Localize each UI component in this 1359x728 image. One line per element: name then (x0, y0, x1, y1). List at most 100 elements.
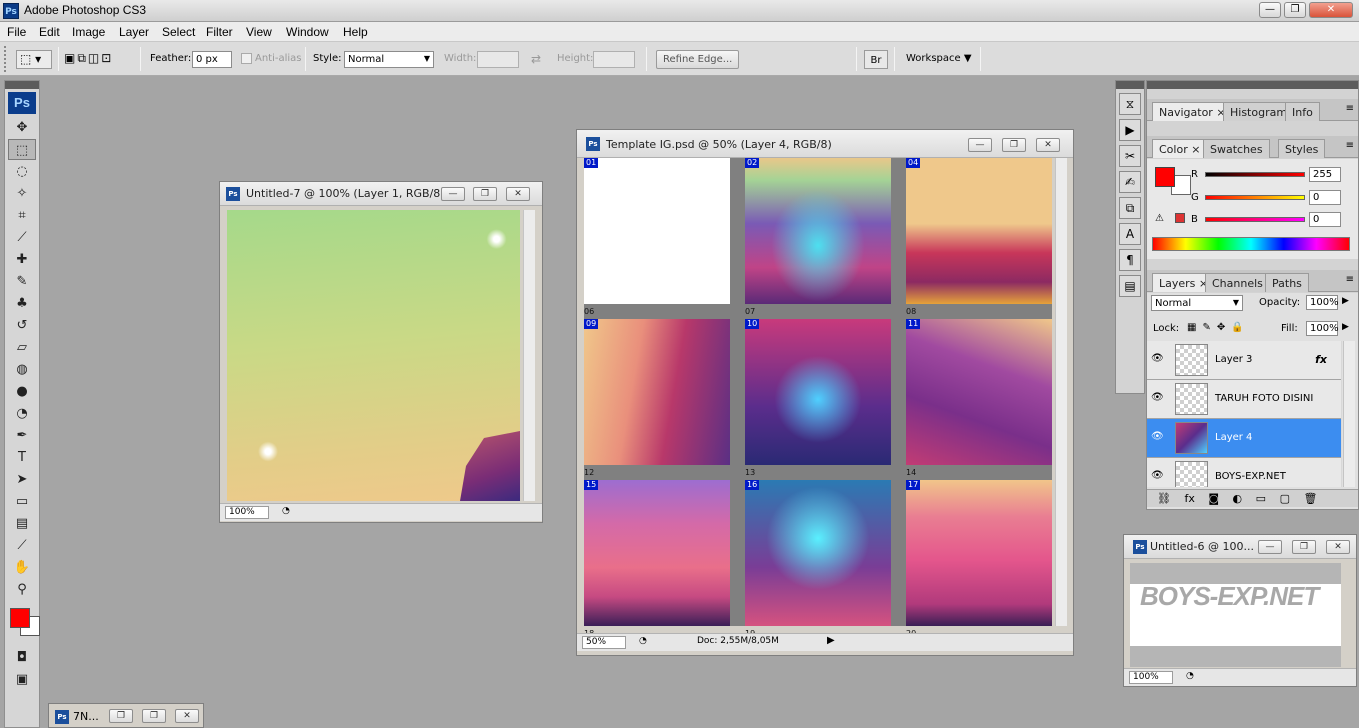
b-slider[interactable] (1205, 217, 1305, 222)
tab-navigator[interactable]: Navigator × (1152, 102, 1233, 121)
document-window-untitled-7[interactable]: Ps Untitled-7 @ 100% (Layer 1, RGB/8) — … (219, 181, 543, 523)
minimize-window-button[interactable]: — (1259, 2, 1281, 18)
layer-name[interactable]: Layer 3 (1215, 354, 1252, 365)
width-input[interactable] (477, 51, 519, 68)
subtract-selection-icon[interactable]: ◫ (88, 51, 101, 65)
new-selection-icon[interactable]: ▣ (64, 51, 77, 65)
layer-name[interactable]: Layer 4 (1215, 432, 1252, 443)
antialias-checkbox[interactable] (241, 53, 252, 64)
intersect-selection-icon[interactable]: ⊡ (101, 51, 113, 65)
layer-row[interactable]: 👁 TARUH FOTO DISINI (1147, 380, 1341, 419)
tab-color[interactable]: Color × (1152, 139, 1208, 158)
lock-position-icon[interactable]: ✥ (1217, 322, 1231, 333)
layer-effects-icon[interactable]: fx (1315, 353, 1327, 366)
workspace-menu[interactable]: Workspace ▼ (906, 53, 972, 64)
tool-presets-icon[interactable]: ✂ (1119, 145, 1141, 167)
minimize-doc-button[interactable]: — (968, 138, 992, 152)
b-value-input[interactable]: 0 (1309, 212, 1341, 227)
close-icon[interactable]: × (1191, 143, 1200, 156)
g-value-input[interactable]: 0 (1309, 190, 1341, 205)
close-doc-button[interactable]: ✕ (1036, 138, 1060, 152)
link-layers-icon[interactable]: ⛓ (1157, 492, 1171, 505)
refine-edge-button[interactable]: Refine Edge... (656, 50, 740, 69)
lock-transparency-icon[interactable]: ▦ (1187, 322, 1202, 333)
foreground-color-swatch[interactable] (10, 608, 30, 628)
marquee-icon[interactable]: ⬚ (8, 139, 36, 160)
minimize-doc-button[interactable]: — (1258, 540, 1282, 554)
feather-input[interactable]: 0 px (192, 51, 232, 68)
lock-all-icon[interactable]: 🔒 (1231, 322, 1249, 333)
document-title-bar[interactable]: Ps Untitled-7 @ 100% (Layer 1, RGB/8) — … (220, 182, 542, 206)
layer-mask-icon[interactable]: ◙ (1208, 492, 1219, 505)
tab-histogram[interactable]: Histogram (1223, 102, 1295, 121)
blur-icon[interactable]: ● (8, 381, 36, 402)
bridge-icon[interactable]: Br (864, 50, 888, 69)
path-selection-icon[interactable]: ➤ (8, 469, 36, 490)
healing-brush-icon[interactable]: ✚ (8, 249, 36, 270)
layer-thumbnail[interactable] (1175, 422, 1208, 454)
trash-icon[interactable]: 🗑 (1303, 492, 1317, 505)
opacity-slider-arrow-icon[interactable]: ▶ (1342, 296, 1349, 306)
layer-thumbnail[interactable] (1175, 383, 1208, 415)
screen-mode-icon[interactable]: ▣ (8, 669, 36, 690)
gamut-color-chip[interactable] (1175, 213, 1185, 223)
eyedropper-icon[interactable]: ⟋ (8, 535, 36, 556)
move-icon[interactable]: ✥ (8, 117, 36, 138)
status-info-icon[interactable]: ◔ (1186, 671, 1194, 681)
document-window-template-ig[interactable]: Ps Template IG.psd @ 50% (Layer 4, RGB/8… (576, 129, 1074, 656)
restore-doc-button[interactable]: ❐ (109, 709, 133, 723)
panel-column-grip[interactable] (1147, 81, 1358, 89)
close-doc-button[interactable]: ✕ (175, 709, 199, 723)
layer-row[interactable]: 👁 BOYS-EXP.NET (1147, 458, 1341, 487)
slice-tile[interactable]: 1720 (906, 480, 1052, 638)
history-icon[interactable]: ⧖ (1119, 93, 1141, 115)
style-select[interactable]: Normal ▼ (344, 51, 434, 68)
foreground-color-chip[interactable] (1155, 167, 1175, 187)
tab-channels[interactable]: Channels (1205, 273, 1270, 292)
height-input[interactable] (593, 51, 635, 68)
canvas-image[interactable] (227, 210, 520, 501)
lasso-icon[interactable]: ◌ (8, 161, 36, 182)
status-menu-arrow-icon[interactable]: ▶ (827, 635, 835, 646)
opacity-input[interactable]: 100% (1306, 295, 1339, 310)
notes-icon[interactable]: ▤ (8, 513, 36, 534)
new-layer-icon[interactable]: ▢ (1280, 492, 1290, 505)
menu-select[interactable]: Select (162, 25, 195, 39)
tool-preset-picker[interactable]: ⬚ ▾ (16, 50, 52, 69)
menu-view[interactable]: View (246, 25, 272, 39)
magic-wand-icon[interactable]: ✧ (8, 183, 36, 204)
rectangle-shape-icon[interactable]: ▭ (8, 491, 36, 512)
visibility-eye-icon[interactable]: 👁 (1151, 353, 1164, 364)
layer-row[interactable]: 👁 Layer 4 (1147, 419, 1341, 458)
vertical-scrollbar[interactable] (523, 210, 535, 501)
tab-info[interactable]: Info (1285, 102, 1320, 121)
zoom-field[interactable]: 50% (582, 636, 626, 649)
layer-comps-icon[interactable]: ▤ (1119, 275, 1141, 297)
close-doc-button[interactable]: ✕ (1326, 540, 1350, 554)
history-brush-icon[interactable]: ↺ (8, 315, 36, 336)
maximize-doc-button[interactable]: ❐ (1002, 138, 1026, 152)
layer-thumbnail[interactable] (1175, 344, 1208, 376)
close-window-button[interactable]: ✕ (1309, 2, 1353, 18)
paint-bucket-icon[interactable]: ◍ (8, 359, 36, 380)
slice-tile[interactable]: 10 13 (745, 319, 891, 477)
maximize-doc-button[interactable]: ❐ (473, 187, 497, 201)
photoshop-logo-icon[interactable]: Ps (8, 92, 36, 114)
visibility-eye-icon[interactable]: 👁 (1151, 470, 1164, 481)
paragraph-icon[interactable]: ¶ (1119, 249, 1141, 271)
status-info-icon[interactable]: ◔ (639, 636, 647, 646)
close-doc-button[interactable]: ✕ (506, 187, 530, 201)
visibility-eye-icon[interactable]: 👁 (1151, 431, 1164, 442)
options-grip[interactable] (4, 46, 10, 72)
dodge-icon[interactable]: ◔ (8, 403, 36, 424)
fill-input[interactable]: 100% (1306, 321, 1339, 336)
add-selection-icon[interactable]: ⧉ (77, 51, 88, 65)
slice-tile[interactable]: 1619 (745, 480, 891, 638)
crop-icon[interactable]: ⌗ (8, 205, 36, 226)
zoom-field[interactable]: 100% (225, 506, 269, 519)
slice-tile[interactable]: 01 06 (584, 158, 730, 316)
menu-layer[interactable]: Layer (119, 25, 149, 39)
zoom-field[interactable]: 100% (1129, 671, 1173, 684)
character-icon[interactable]: A (1119, 223, 1141, 245)
slice-icon[interactable]: ⟋ (8, 227, 36, 248)
